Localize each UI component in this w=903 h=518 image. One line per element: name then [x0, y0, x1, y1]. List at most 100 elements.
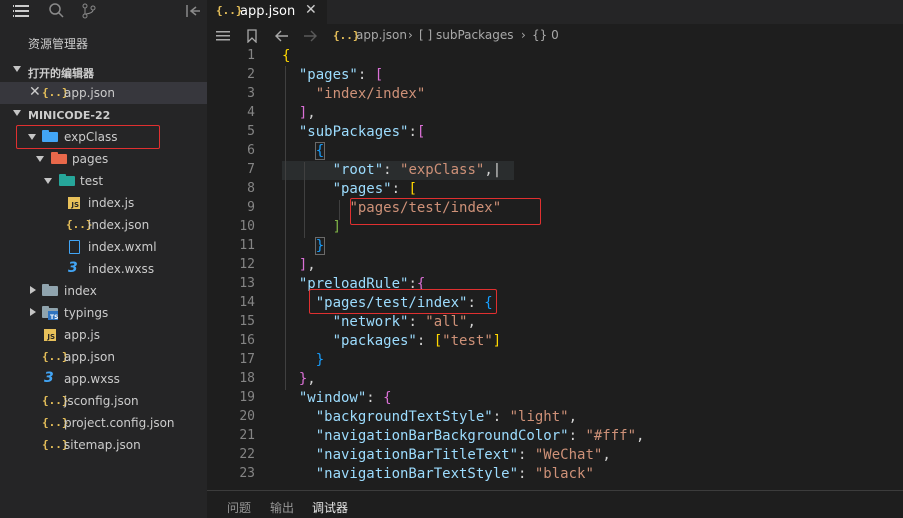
project-header[interactable]: MINICODE-22 [0, 106, 207, 126]
wxml-file-icon [69, 240, 80, 254]
tree-folder-typings[interactable]: TS typings [0, 302, 207, 324]
tree-label: app.wxss [64, 372, 120, 386]
code-line-12: ], [298, 257, 316, 273]
tree-folder-pages[interactable]: pages [0, 148, 207, 170]
line-number: 10 [239, 219, 255, 234]
line-number: 16 [239, 333, 255, 348]
bookmark-icon[interactable] [246, 29, 258, 43]
source-control-icon[interactable] [80, 2, 98, 20]
forward-arrow-icon[interactable] [303, 30, 317, 42]
line-number: 17 [239, 352, 255, 367]
tree-file-index-json[interactable]: {..} index.json [0, 214, 207, 236]
line-number: 3 [247, 86, 255, 101]
highlight-box-subpackage-pages [350, 198, 541, 225]
tree-label: app.js [64, 328, 100, 342]
tab-output[interactable]: 输出 [270, 499, 294, 516]
tree-label: index [64, 284, 97, 298]
tree-label: typings [64, 306, 109, 320]
line-number: 7 [247, 162, 255, 177]
breadcrumb-subpackages[interactable]: [ ] subPackages [419, 28, 513, 42]
pages-folder-icon [51, 152, 67, 164]
tree-folder-index[interactable]: index [0, 280, 207, 302]
line-number-gutter: 1 2 3 4 5 6 7 8 9 10 11 12 13 14 15 16 1… [207, 47, 275, 487]
code-line-11: } [314, 237, 326, 255]
search-icon[interactable] [47, 2, 65, 20]
breadcrumb-file[interactable]: app.json [356, 28, 407, 42]
back-arrow-icon[interactable] [275, 30, 289, 42]
line-number: 23 [239, 466, 255, 481]
tree-file-project-config[interactable]: {..} project.config.json [0, 412, 207, 434]
tree-file-sitemap[interactable]: {..} sitemap.json [0, 434, 207, 456]
tab-app-json[interactable]: {..} app.json ✕ [207, 0, 327, 24]
code-line-22: "navigationBarTitleText": "WeChat", [315, 447, 611, 463]
code-line-16: "packages": ["test"] [332, 333, 502, 349]
tree-label: pages [72, 152, 109, 166]
code-line-10: ] [332, 219, 342, 235]
json-file-icon: {..} [42, 416, 69, 429]
test-folder-icon [59, 174, 75, 186]
code-line-18: }, [298, 371, 316, 387]
tree-label: index.json [88, 218, 150, 232]
highlight-box-expClass [16, 125, 160, 149]
breadcrumb: {..} app.json › [ ] subPackages › {} 0 [207, 25, 903, 47]
tree-file-app-json[interactable]: {..} app.json [0, 346, 207, 368]
line-number: 14 [239, 295, 255, 310]
breadcrumb-separator: › [521, 28, 526, 42]
tab-problems[interactable]: 问题 [227, 499, 251, 516]
explorer-icon[interactable] [13, 2, 31, 20]
breadcrumb-separator: › [408, 28, 413, 42]
json-file-icon: {..} [42, 350, 69, 363]
tree-file-app-wxss[interactable]: 3 app.wxss [0, 368, 207, 390]
code-editor[interactable]: { "pages": [ "index/index" ], "subPackag… [282, 47, 903, 487]
line-number: 1 [247, 48, 255, 63]
code-line-15: "network": "all", [332, 314, 476, 330]
code-line-2: "pages": [ [298, 67, 384, 83]
tree-file-index-wxss[interactable]: 3 index.wxss [0, 258, 207, 280]
line-number: 5 [247, 124, 255, 139]
line-number: 2 [247, 67, 255, 82]
code-line-5: "subPackages":[ [298, 124, 426, 140]
json-file-icon: {..} [42, 86, 69, 99]
open-editor-item[interactable]: ✕ {..} app.json [0, 82, 207, 104]
tab-debugger[interactable]: 调试器 [312, 499, 348, 516]
project-label: MINICODE-22 [28, 109, 111, 122]
close-icon[interactable]: ✕ [29, 84, 41, 100]
tree-file-index-wxml[interactable]: index.wxml [0, 236, 207, 258]
tree-file-app-js[interactable]: JS app.js [0, 324, 207, 346]
line-number: 13 [239, 276, 255, 291]
json-file-icon: {..} [42, 438, 69, 451]
tree-folder-test[interactable]: test [0, 170, 207, 192]
line-number: 9 [247, 200, 255, 215]
line-number: 11 [239, 238, 255, 253]
json-file-icon: {..} [66, 218, 93, 231]
tree-label: test [80, 174, 104, 188]
line-number: 12 [239, 257, 255, 272]
open-editors-header[interactable]: 打开的编辑器 [0, 62, 207, 82]
css-file-icon: 3 [44, 370, 54, 386]
code-line-20: "backgroundTextStyle": "light", [315, 409, 578, 425]
line-number: 4 [247, 105, 255, 120]
collapse-sidebar-icon[interactable] [184, 2, 202, 20]
tree-label: project.config.json [64, 416, 175, 430]
folder-icon [42, 284, 58, 296]
chevron-down-icon [13, 110, 21, 116]
line-number: 19 [239, 390, 255, 405]
code-line-21: "navigationBarBackgroundColor": "#fff", [315, 428, 645, 444]
list-icon[interactable] [216, 30, 230, 42]
breadcrumb-object[interactable]: {} 0 [532, 28, 559, 42]
tree-file-jsconfig[interactable]: {..} jsconfig.json [0, 390, 207, 412]
code-line-1: { [282, 48, 291, 64]
code-line-3: "index/index" [315, 86, 426, 102]
line-number: 6 [247, 143, 255, 158]
close-icon[interactable]: ✕ [305, 2, 317, 18]
tree-label: jsconfig.json [64, 394, 139, 408]
chevron-down-icon [36, 156, 44, 162]
json-file-icon: {..} [42, 394, 69, 407]
sidebar: 资源管理器 打开的编辑器 ✕ {..} app.json MINICODE-22… [0, 0, 207, 518]
tab-label: app.json [240, 4, 296, 19]
line-number: 21 [239, 428, 255, 443]
js-file-icon: JS [44, 329, 56, 341]
tree-file-index-js[interactable]: JS index.js [0, 192, 207, 214]
highlight-box-preload-key [309, 289, 497, 314]
ts-badge-icon: TS [48, 311, 58, 321]
